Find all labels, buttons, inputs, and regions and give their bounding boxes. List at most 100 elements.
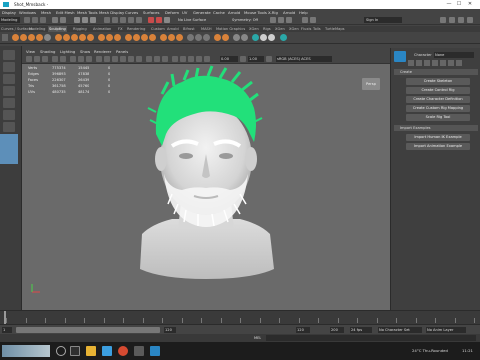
menu-help[interactable]: Help xyxy=(299,10,308,15)
menu-mouse-tools[interactable]: Mouse Tools xyxy=(244,10,267,15)
flatten-brush-icon[interactable] xyxy=(55,34,62,41)
panel-toggle-icon-1[interactable] xyxy=(440,17,446,23)
grab-brush-icon[interactable] xyxy=(36,34,43,41)
symmetry-tool-icon[interactable] xyxy=(252,34,259,41)
relax-brush-icon[interactable] xyxy=(28,34,35,41)
spray-brush-icon[interactable] xyxy=(71,34,78,41)
menu-cache[interactable]: Cache xyxy=(213,10,225,15)
search-icon[interactable] xyxy=(56,346,66,356)
symmetry-label[interactable]: Symmetry: Off xyxy=(232,18,258,22)
create-skeleton-button[interactable]: Create Skeleton xyxy=(406,78,470,85)
hik-toolbar-icon-1[interactable] xyxy=(408,60,414,66)
select-component-icon[interactable] xyxy=(90,17,96,23)
mask-brush-icon[interactable] xyxy=(168,34,175,41)
sign-in-select[interactable]: Sign In xyxy=(364,17,402,23)
camera-attr-icon[interactable] xyxy=(34,56,40,62)
viewport-menu-shading[interactable]: Shading xyxy=(40,49,55,54)
render-settings-icon[interactable] xyxy=(164,17,170,23)
time-slider[interactable] xyxy=(0,310,480,324)
range-end-field[interactable]: 120 xyxy=(164,327,176,333)
smear-brush-icon[interactable] xyxy=(133,34,140,41)
stencil-icon[interactable] xyxy=(241,34,248,41)
textured-icon[interactable] xyxy=(120,56,126,62)
menu-arnold-2[interactable]: Arnold xyxy=(283,10,295,15)
maya-taskbar-icon[interactable] xyxy=(150,346,160,356)
shelf-menu-icon[interactable] xyxy=(2,34,8,41)
menu-mesh-tools[interactable]: Mesh Tools xyxy=(77,10,98,15)
import-animation-example-button[interactable]: Import Animation Example xyxy=(406,143,470,150)
create-section-header[interactable]: Create xyxy=(394,69,478,75)
open-scene-icon[interactable] xyxy=(32,17,38,23)
wax-brush-icon[interactable] xyxy=(98,34,105,41)
menu-windows[interactable]: Windows xyxy=(19,10,36,15)
depth-of-field-icon[interactable] xyxy=(204,56,210,62)
anti-aliasing-icon[interactable] xyxy=(196,56,202,62)
render-icon[interactable] xyxy=(148,17,154,23)
ambient-occlusion-icon[interactable] xyxy=(180,56,186,62)
character-set-select[interactable]: No Character Set xyxy=(378,327,422,333)
viewport-menu-renderer[interactable]: Renderer xyxy=(94,49,111,54)
app-icon[interactable] xyxy=(134,346,144,356)
scale-tool-icon[interactable] xyxy=(3,110,15,120)
gamma-field[interactable]: 1.00 xyxy=(248,56,264,62)
lights-icon[interactable] xyxy=(128,56,134,62)
head-model[interactable] xyxy=(22,64,390,310)
xray-joints-icon[interactable] xyxy=(154,56,160,62)
clock[interactable]: 11:21 xyxy=(462,348,473,353)
rotate-tool-icon[interactable] xyxy=(3,98,15,108)
motion-blur-icon[interactable] xyxy=(188,56,194,62)
ipr-render-icon[interactable] xyxy=(156,17,162,23)
scrape-brush-icon[interactable] xyxy=(106,34,113,41)
menu-curves[interactable]: Curves xyxy=(125,10,138,15)
menu-generate[interactable]: Generate xyxy=(193,10,211,15)
hik-toolbar-icon-2[interactable] xyxy=(416,60,422,66)
convert-freeze-icon[interactable] xyxy=(187,34,194,41)
anim-layer-select[interactable]: No Anim Layer xyxy=(426,327,466,333)
mirror-icon[interactable] xyxy=(268,34,275,41)
scale-rig-tool-button[interactable]: Scale Rig Tool xyxy=(406,114,470,121)
paint-select-tool-icon[interactable] xyxy=(3,74,15,84)
hik-toolbar-icon-3[interactable] xyxy=(424,60,430,66)
snap-view-icon[interactable] xyxy=(128,17,134,23)
erase-brush-icon[interactable] xyxy=(176,34,183,41)
import-examples-header[interactable]: Import Examples xyxy=(394,125,478,131)
panel-toggle-icon-2[interactable] xyxy=(449,17,455,23)
knife-brush-icon[interactable] xyxy=(125,34,132,41)
camera-icon[interactable] xyxy=(26,56,32,62)
xray-icon[interactable] xyxy=(146,56,152,62)
plus-tool-icon[interactable] xyxy=(280,34,287,41)
new-scene-icon[interactable] xyxy=(24,17,30,23)
close-button[interactable]: ✕ xyxy=(467,2,473,7)
grid-icon[interactable] xyxy=(60,56,66,62)
lasso-tool-icon[interactable] xyxy=(3,62,15,72)
film-gate-icon[interactable] xyxy=(70,56,76,62)
panel-toggle-icon-4[interactable] xyxy=(467,17,473,23)
task-view-icon[interactable] xyxy=(70,346,80,356)
unfreeze-icon[interactable] xyxy=(203,34,210,41)
smooth-brush-icon[interactable] xyxy=(20,34,27,41)
snap-surface-icon[interactable] xyxy=(136,17,142,23)
resolution-gate-icon[interactable] xyxy=(78,56,84,62)
shield-icon[interactable] xyxy=(260,34,267,41)
mel-input[interactable] xyxy=(266,335,476,341)
gate-mask-icon[interactable] xyxy=(86,56,92,62)
viewport-menu-panels[interactable]: Panels xyxy=(116,49,128,54)
mel-label[interactable]: MEL xyxy=(254,336,261,340)
imprint-brush-icon[interactable] xyxy=(87,34,94,41)
menu-surfaces[interactable]: Surfaces xyxy=(143,10,159,15)
hik-toolbar-icon-7[interactable] xyxy=(456,60,462,66)
toggle-icon-1[interactable] xyxy=(270,17,276,23)
exposure-field[interactable]: 0.00 xyxy=(220,56,238,62)
snap-curve-icon[interactable] xyxy=(112,17,118,23)
color-management-icon[interactable] xyxy=(266,56,272,62)
sculpt-brush-icon[interactable] xyxy=(12,34,19,41)
wireframe-icon[interactable] xyxy=(96,56,102,62)
weather-status[interactable]: 24°C Thu-Rounded xyxy=(412,348,448,353)
snap-grid-icon[interactable] xyxy=(104,17,110,23)
viewport-3d[interactable]: Verts 775374 15445 0 Edges 396893 47838 … xyxy=(22,64,390,310)
undo-icon[interactable] xyxy=(52,17,58,23)
import-human-ik-example-button[interactable]: Import Human IK Example xyxy=(406,134,470,141)
gamma-icon[interactable] xyxy=(240,56,246,62)
isolate-select-icon[interactable] xyxy=(172,56,178,62)
chrome-icon[interactable] xyxy=(118,346,128,356)
